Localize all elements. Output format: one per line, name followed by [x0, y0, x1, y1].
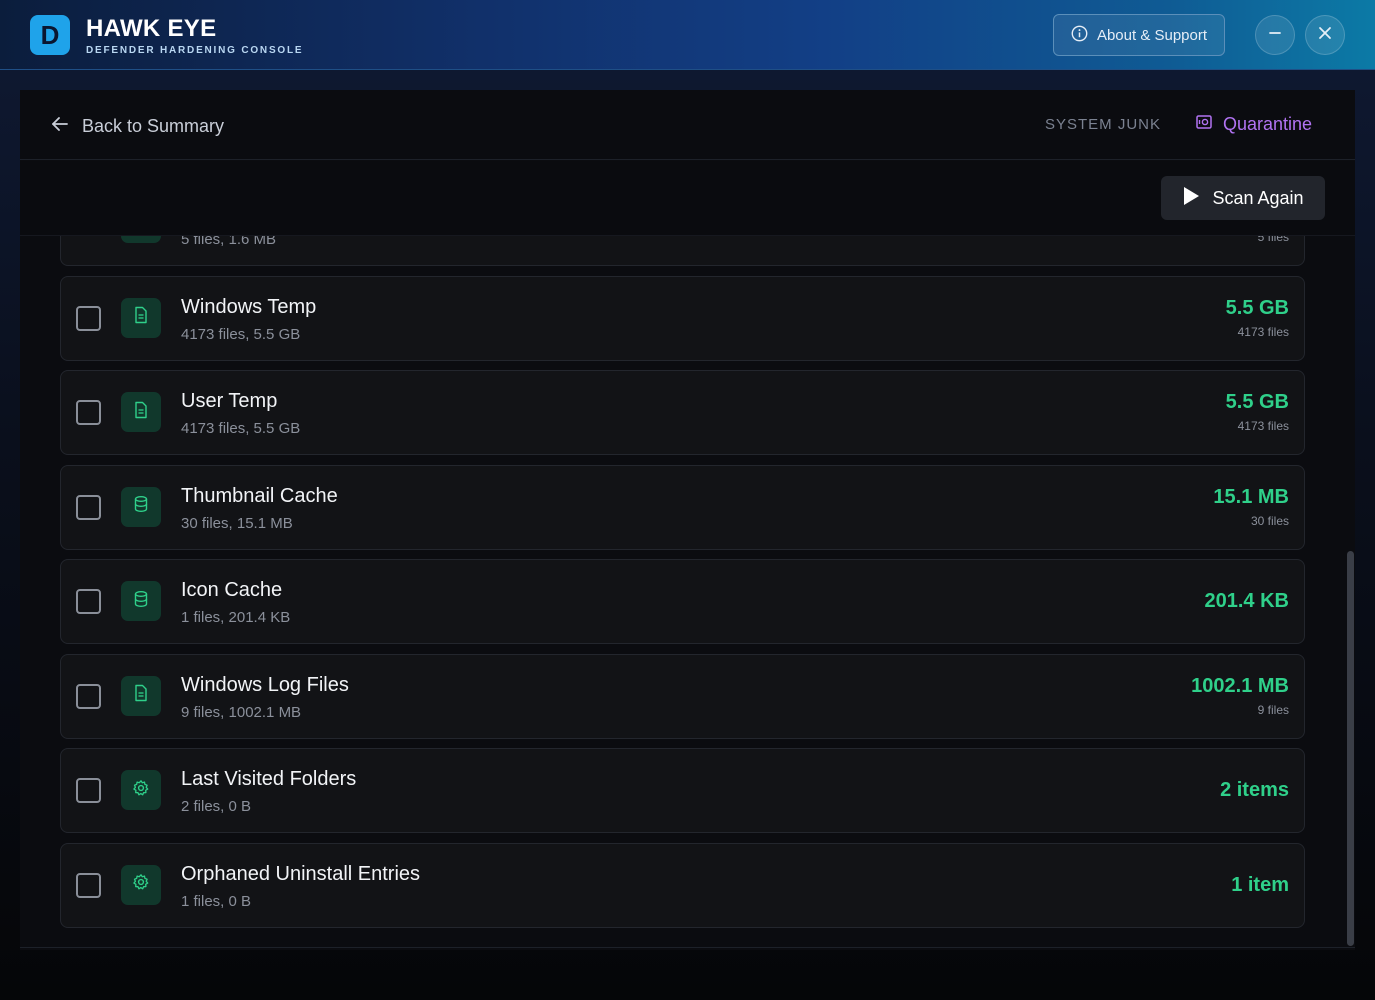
item-checkbox[interactable]: [76, 683, 101, 709]
item-checkbox[interactable]: [76, 778, 101, 803]
title-bar: D HAWK EYE DEFENDER HARDENING CONSOLE Ab…: [0, 0, 1375, 70]
database-icon: [133, 590, 149, 613]
item-name: Windows Temp: [181, 295, 317, 318]
about-support-button[interactable]: About & Support: [1053, 14, 1225, 56]
category-label: SYSTEM JUNK: [1045, 116, 1162, 133]
results-panel: Back to Summary SYSTEM JUNK Quarantine S…: [20, 90, 1355, 950]
item-checkbox[interactable]: [76, 872, 101, 898]
item-count: 4173 files: [1237, 419, 1289, 433]
list-item[interactable]: Last Visited Folders 2 files, 0 B 2 items: [60, 748, 1305, 833]
scrollbar[interactable]: [1346, 236, 1355, 947]
item-meta: 5 files, 1.6 MB: [181, 236, 277, 248]
list-item[interactable]: Windows Temp 4173 files, 5.5 GB 5.5 GB 4173…: [60, 275, 1305, 361]
item-name: User Temp: [181, 390, 278, 412]
item-name: Windows Log Files: [181, 673, 349, 696]
item-icon-tile: [121, 770, 161, 810]
quarantine-label: Quarantine: [1223, 114, 1313, 134]
app-subtitle: DEFENDER HARDENING CONSOLE: [86, 45, 304, 56]
toolbar: Scan Again: [20, 161, 1355, 236]
item-icon-tile: [121, 675, 161, 716]
item-meta: 1 files, 0 B: [181, 892, 252, 910]
item-checkbox[interactable]: [76, 589, 101, 614]
app-title: HAWK EYE: [86, 15, 217, 42]
results-list[interactable]: 5 files, 1.6 MB 5 files Windows Temp 4173 f…: [20, 236, 1355, 948]
item-name: Thumbnail Cache: [181, 484, 338, 507]
file-icon: [133, 401, 149, 424]
quarantine-link[interactable]: Quarantine: [1195, 113, 1312, 136]
close-icon: [1318, 26, 1332, 45]
item-size: 1002.1 MB: [1191, 674, 1289, 697]
main-area: Back to Summary SYSTEM JUNK Quarantine S…: [0, 70, 1375, 1000]
list-item[interactable]: Icon Cache 1 files, 201.4 KB 201.4 KB: [60, 559, 1305, 644]
file-icon: [133, 684, 149, 707]
item-size: 201.4 KB: [1204, 590, 1290, 612]
results-list-items: 5 files, 1.6 MB 5 files Windows Temp 4173 f…: [60, 236, 1305, 937]
item-count: 9 files: [1257, 702, 1289, 717]
item-size: 2 items: [1220, 779, 1289, 801]
list-item[interactable]: User Temp 4173 files, 5.5 GB 5.5 GB 4173 fi…: [60, 370, 1305, 455]
minimize-icon: [1268, 26, 1282, 45]
scan-again-label: Scan Again: [1212, 187, 1304, 208]
item-meta: 2 files, 0 B: [181, 798, 252, 815]
item-checkbox[interactable]: [76, 494, 101, 520]
minimize-button[interactable]: [1255, 15, 1295, 55]
gear-icon: [132, 779, 150, 802]
item-meta: 9 files, 1002.1 MB: [181, 703, 302, 721]
item-name: Icon Cache: [181, 579, 283, 601]
item-size: 5.5 GB: [1225, 296, 1289, 319]
back-to-summary-link[interactable]: Back to Summary: [50, 114, 224, 139]
item-name: Orphaned Uninstall Entries: [181, 862, 421, 885]
vault-icon: [1195, 113, 1213, 136]
database-icon: [133, 495, 149, 518]
play-icon: [1182, 186, 1200, 211]
item-size: 15.1 MB: [1213, 485, 1289, 508]
arrow-left-icon: [50, 114, 70, 139]
about-support-label: About & Support: [1096, 26, 1208, 44]
list-item[interactable]: Windows Log Files 9 files, 1002.1 MB 1002.…: [60, 653, 1305, 739]
item-size: 5.5 GB: [1225, 391, 1289, 413]
list-item[interactable]: Thumbnail Cache 30 files, 15.1 MB 15.1 MB 3…: [60, 464, 1305, 550]
item-meta: 1 files, 201.4 KB: [181, 609, 291, 626]
item-name: Last Visited Folders: [181, 768, 357, 790]
item-checkbox[interactable]: [76, 305, 101, 331]
item-count: 4173 files: [1237, 324, 1289, 339]
item-checkbox[interactable]: [76, 400, 101, 425]
item-meta: 4173 files, 5.5 GB: [181, 420, 301, 437]
item-icon-tile: [121, 864, 161, 905]
item-count: 5 files: [1257, 236, 1289, 244]
gear-icon: [132, 873, 150, 896]
info-icon: [1071, 25, 1088, 46]
item-icon-tile: [121, 297, 161, 338]
item-icon-tile: [121, 486, 161, 527]
list-item[interactable]: 5 files, 1.6 MB 5 files: [60, 236, 1305, 266]
item-icon-tile: [121, 236, 161, 243]
item-icon-tile: [121, 392, 161, 432]
scrollbar-thumb[interactable]: [1347, 551, 1354, 946]
close-button[interactable]: [1305, 15, 1345, 55]
panel-header: Back to Summary SYSTEM JUNK Quarantine: [20, 90, 1355, 160]
item-icon-tile: [121, 581, 161, 621]
item-count: 30 files: [1250, 513, 1289, 528]
item-meta: 30 files, 15.1 MB: [181, 514, 293, 532]
scan-again-button[interactable]: Scan Again: [1161, 176, 1325, 220]
back-label: Back to Summary: [82, 116, 225, 136]
file-icon: [133, 306, 149, 329]
item-meta: 4173 files, 5.5 GB: [181, 325, 301, 343]
item-size: 1 item: [1231, 873, 1289, 896]
app-logo: D: [30, 15, 70, 55]
list-item[interactable]: Orphaned Uninstall Entries 1 files, 0 B 1 …: [60, 842, 1305, 928]
